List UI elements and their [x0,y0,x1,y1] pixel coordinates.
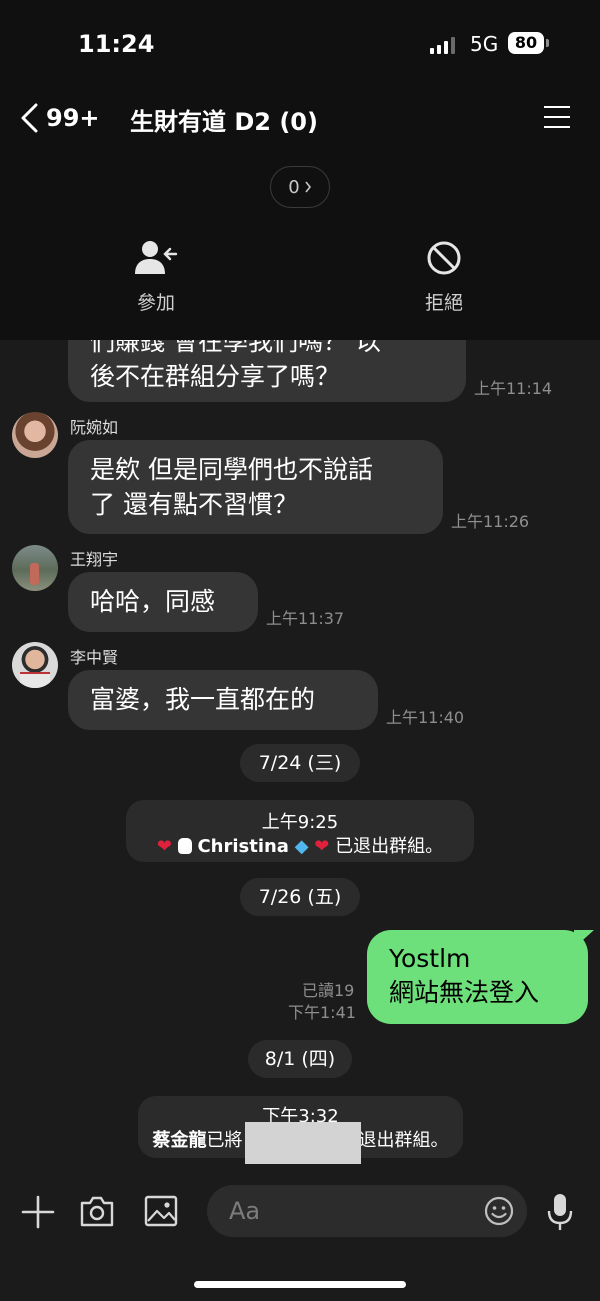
camera-button[interactable] [79,1194,115,1228]
message-bubble[interactable]: 哈哈，同感 [68,572,258,632]
emoji-button[interactable] [483,1195,515,1227]
gallery-button[interactable] [144,1194,178,1228]
nav-row: 99+ 生財有道 D2 (0) [0,96,600,140]
camera-icon [80,1196,114,1227]
message-text: 們賺錢 會在學我們嗎？ 以 [90,340,381,356]
actor-name: 蔡金龍 [152,1130,207,1151]
signal-icon [430,36,455,54]
message-time: 上午11:40 [386,708,465,727]
add-button[interactable] [20,1194,56,1230]
message-input[interactable] [229,1193,469,1229]
join-button[interactable]: 參加 [96,240,216,315]
message-bubble[interactable]: 是欸 但是同學們也不說話 了 還有點不習慣？ [68,440,443,534]
plus-icon [21,1195,55,1229]
system-suffix: 已退出群組。 [335,836,444,857]
add-member-icon [135,241,178,274]
message-text: 是欸 但是同學們也不說話 [90,455,373,484]
reject-button[interactable]: 拒絕 [384,240,504,315]
sender-name: 李中賢 [70,648,119,667]
system-suffix: 退出群組。 [358,1130,449,1151]
chat-header: 11:24 5G 80 99+ 生財有道 D2 (0) 0 參加 拒絕 [0,0,600,340]
member-name: Christina [197,836,289,857]
date-separator: 7/24 (三) [240,744,360,782]
date-separator: 8/1 (四) [248,1040,352,1078]
heart-icon: ❤ [156,836,172,857]
message-text: 網站無法登入 [389,978,540,1007]
back-button[interactable]: 99+ [18,98,100,138]
chat-title: 生財有道 D2 (0) [130,108,318,136]
reject-label: 拒絕 [424,292,463,314]
message-input-field[interactable] [207,1185,527,1237]
message-text: 後不在群組分享了嗎？ [90,362,341,391]
system-text: ❤ Christina ◆ ❤ 已退出群組。 [126,832,474,858]
chevron-left-icon [21,103,38,133]
heart-icon: ❤ [314,836,330,857]
avatar[interactable] [12,642,58,688]
microphone-icon [547,1194,573,1230]
message-text: Yostlm [389,944,471,973]
menu-button[interactable] [540,102,574,132]
sender-name: 王翔宇 [70,550,119,569]
system-message: 上午9:25 ❤ Christina ◆ ❤ 已退出群組。 [126,800,474,862]
join-label: 參加 [136,292,175,314]
message-text: 了 還有點不習慣？ [90,490,298,519]
message-bubble[interactable]: 們賺錢 會在學我們嗎？ 以 後不在群組分享了嗎？ [68,340,466,402]
redaction-box [245,1122,361,1164]
status-time: 11:24 [78,30,155,58]
message-text: 富婆，我一直都在的 [90,685,316,714]
system-time: 上午9:25 [261,812,339,833]
voice-button[interactable] [546,1192,574,1232]
message-list[interactable]: 們賺錢 會在學我們嗎？ 以 後不在群組分享了嗎？ 上午11:14 阮婉如 是欸 … [0,340,600,1170]
chevron-right-icon [305,181,311,193]
smiley-icon [484,1196,514,1226]
counter-value: 0 [288,176,300,198]
sender-name: 阮婉如 [70,418,119,437]
avatar[interactable] [12,545,58,591]
message-text: 哈哈，同感 [90,587,216,616]
gem-icon: ◆ [294,836,309,857]
member-counter-pill[interactable]: 0 [270,166,330,208]
image-icon [144,1195,178,1227]
message-time: 上午11:14 [474,379,553,398]
status-bar: 11:24 5G 80 [0,28,600,64]
unread-count: 99+ [46,104,100,132]
network-type: 5G [470,32,499,56]
message-time: 上午11:37 [266,609,345,628]
read-receipt: 已讀19 [302,981,355,1000]
block-icon [427,241,461,275]
battery-tip [546,39,549,47]
date-separator: 7/26 (五) [240,878,360,916]
avatar[interactable] [12,412,58,458]
message-bubble[interactable]: 富婆，我一直都在的 [68,670,378,730]
battery-icon: 80 [508,32,544,54]
message-time: 下午1:41 [288,1003,356,1022]
my-message-bubble[interactable]: Yostlm 網站無法登入 [367,930,588,1024]
message-time: 上午11:26 [451,512,530,531]
tooth-icon [177,838,192,854]
home-indicator [194,1281,406,1288]
system-verb: 已將 [206,1130,243,1151]
